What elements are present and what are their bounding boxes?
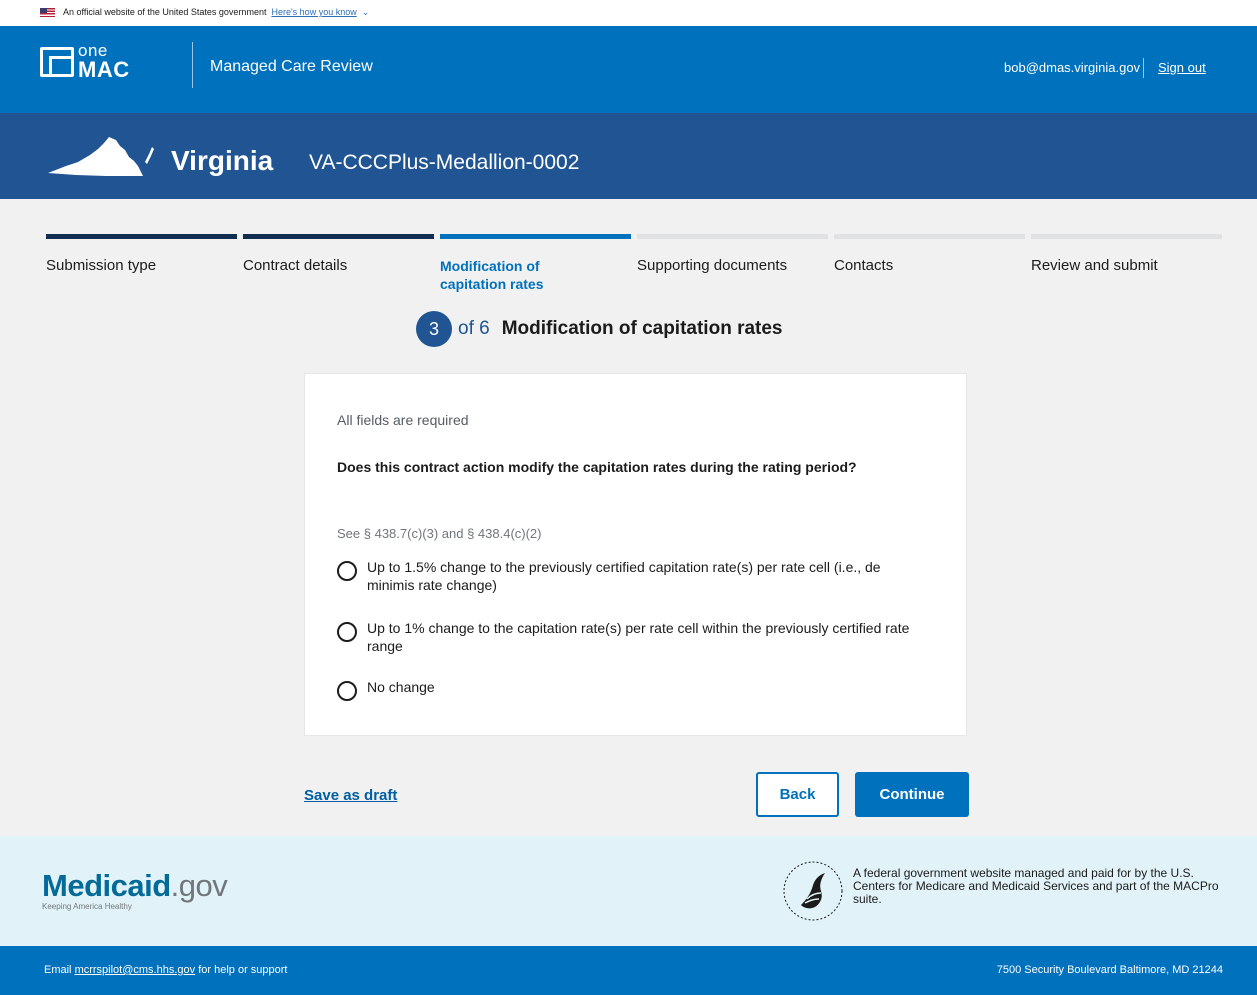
submission-id: VA-CCCPlus-Medallion-0002 xyxy=(309,151,580,174)
onemac-logo[interactable]: one MAC xyxy=(40,42,130,81)
step-label: Supporting documents xyxy=(637,257,788,274)
radio-option-no-change[interactable]: No change xyxy=(337,678,927,701)
state-banner: Virginia VA-CCCPlus-Medallion-0002 xyxy=(0,113,1257,199)
continue-button[interactable]: Continue xyxy=(855,772,969,817)
radio-button[interactable] xyxy=(337,622,357,642)
medicaid-tagline: Keeping America Healthy xyxy=(42,902,132,911)
radio-button[interactable] xyxy=(337,681,357,701)
support-email-link[interactable]: mcrrspilot@cms.hhs.gov xyxy=(75,964,196,976)
radio-option-1-percent[interactable]: Up to 1% change to the capitation rate(s… xyxy=(337,619,927,655)
required-note: All fields are required xyxy=(337,412,469,428)
help-prefix: Email xyxy=(44,964,75,976)
user-email: bob@dmas.virginia.gov xyxy=(1004,60,1141,75)
medicaid-wordmark: Medicaid.gov xyxy=(42,868,228,903)
step-bar xyxy=(637,234,828,239)
step-modification-of-capitation-rates: Modification of capitation rates xyxy=(440,234,631,293)
us-flag-icon xyxy=(40,7,55,17)
heres-how-you-know-link[interactable]: Here's how you know xyxy=(271,7,356,17)
chevron-down-icon[interactable]: ⌄ xyxy=(362,7,370,18)
step-bar xyxy=(46,234,237,239)
footer-top: Medicaid.gov Keeping America Healthy A f… xyxy=(0,836,1257,946)
hhs-seal-icon xyxy=(783,861,843,921)
save-as-draft-link[interactable]: Save as draft xyxy=(304,787,397,804)
step-submission-type: Submission type xyxy=(46,234,237,275)
app-title: Managed Care Review xyxy=(210,58,373,75)
help-suffix: for help or support xyxy=(195,964,288,976)
radio-button[interactable] xyxy=(337,561,357,581)
main-content: Submission type Contract details Modific… xyxy=(0,199,1257,836)
step-supporting-documents: Supporting documents xyxy=(637,234,828,275)
site-header: one MAC Managed Care Review bob@dmas.vir… xyxy=(0,26,1257,113)
onemac-logo-text: one MAC xyxy=(78,42,130,81)
step-review-and-submit: Review and submit xyxy=(1031,234,1222,275)
federal-disclaimer: A federal government website managed and… xyxy=(853,866,1219,906)
gov-banner-content: An official website of the United States… xyxy=(40,5,369,19)
step-bar xyxy=(440,234,631,239)
radio-label[interactable]: Up to 1.5% change to the previously cert… xyxy=(367,558,927,594)
step-label: Review and submit xyxy=(1031,257,1158,274)
radio-label[interactable]: Up to 1% change to the capitation rate(s… xyxy=(367,619,927,655)
logo-mac-text: MAC xyxy=(78,57,130,82)
medicaid-name: Medicaid xyxy=(42,868,171,903)
footer-address: 7500 Security Boulevard Baltimore, MD 21… xyxy=(996,964,1223,976)
step-label: Submission type xyxy=(46,257,157,274)
step-bar xyxy=(243,234,434,239)
footer-bottom: Email mcrrspilot@cms.hhs.gov for help or… xyxy=(0,946,1257,995)
step-number-badge: 3 xyxy=(416,311,452,347)
radio-option-1-5-percent[interactable]: Up to 1.5% change to the previously cert… xyxy=(337,558,927,594)
step-contract-details: Contract details xyxy=(243,234,434,275)
step-heading: 3 of 6 Modification of capitation rates xyxy=(416,311,783,347)
virginia-state-icon xyxy=(48,137,154,176)
onemac-logo-icon xyxy=(40,46,74,77)
step-of-total: of 6 xyxy=(458,318,490,339)
medicaid-domain: .gov xyxy=(170,868,228,903)
step-label: Contacts xyxy=(834,257,894,274)
radio-label[interactable]: No change xyxy=(367,678,927,696)
sign-out-link[interactable]: Sign out xyxy=(1158,60,1206,75)
step-bar xyxy=(1031,234,1222,239)
page-title: Modification of capitation rates xyxy=(501,318,783,339)
header-divider xyxy=(192,42,193,88)
gov-banner-text: An official website of the United States… xyxy=(63,7,267,17)
state-name: Virginia xyxy=(171,145,274,176)
back-button[interactable]: Back xyxy=(756,772,839,817)
step-contacts: Contacts xyxy=(834,234,1025,275)
user-divider xyxy=(1143,58,1144,78)
step-label: Contract details xyxy=(243,257,348,274)
medicaid-logo[interactable]: Medicaid.gov Keeping America Healthy xyxy=(42,868,228,911)
help-text: Email mcrrspilot@cms.hhs.gov for help or… xyxy=(44,964,288,976)
gov-banner: An official website of the United States… xyxy=(0,0,1257,26)
step-bar xyxy=(834,234,1025,239)
question-label: Does this contract action modify the cap… xyxy=(337,459,857,475)
form-card: All fields are required Does this contra… xyxy=(304,373,967,736)
step-label: Modification of capitation rates xyxy=(440,258,544,292)
question-hint: See § 438.7(c)(3) and § 438.4(c)(2) xyxy=(337,526,542,541)
